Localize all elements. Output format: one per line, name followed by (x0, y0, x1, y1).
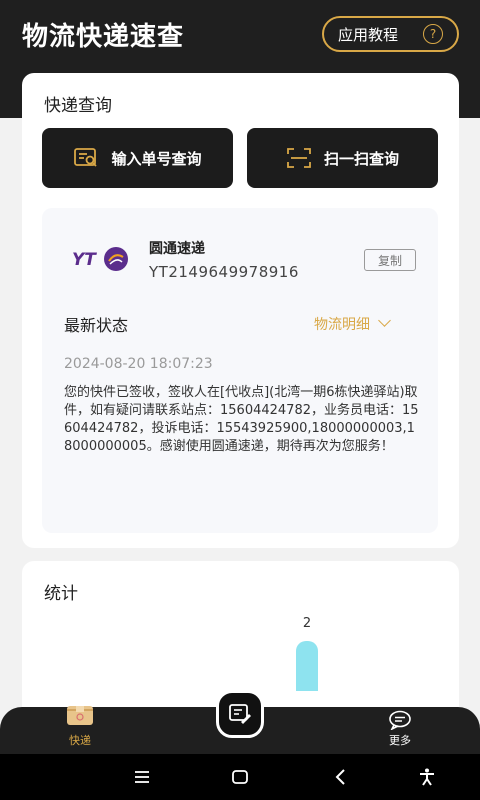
bar-value-label: 2 (302, 616, 312, 631)
home-icon[interactable] (230, 767, 250, 787)
chevron-down-icon (378, 314, 391, 327)
stats-bar (296, 641, 318, 691)
center-query-button[interactable] (216, 690, 264, 738)
system-navigation-bar (0, 754, 480, 800)
logistics-detail-label: 物流明细 (314, 317, 370, 333)
scan-query-button[interactable]: 扫一扫查询 (247, 128, 438, 188)
tab-express[interactable]: 快递 (60, 706, 100, 754)
carrier-name: 圆通速递 (149, 241, 205, 257)
copy-button[interactable]: 复制 (364, 249, 416, 271)
chat-bubble-icon (389, 710, 411, 730)
section-title: 快递查询 (44, 96, 112, 116)
status-message: 您的快件已签收，签收人在[代收点](北湾一期6栋快递驿站)取件，如有疑问请联系站… (64, 385, 419, 454)
tab-more-label: 更多 (389, 734, 411, 747)
help-icon: ? (423, 24, 443, 44)
logistics-detail-link[interactable]: 物流明细 (314, 314, 391, 334)
tab-express-label: 快递 (69, 734, 91, 747)
input-number-query-button[interactable]: 输入单号查询 (42, 128, 233, 188)
status-timestamp: 2024-08-20 18:07:23 (64, 356, 213, 372)
tracking-number: YT2149649978916 (149, 263, 299, 281)
svg-text:YT: YT (72, 250, 97, 270)
query-card: 快递查询 输入单号查询 扫一扫查询 YT 圆通速递 YT214964997891… (22, 73, 459, 548)
input-number-query-label: 输入单号查询 (111, 149, 202, 168)
tab-more[interactable]: 更多 (380, 707, 420, 754)
yto-logo: YT (72, 247, 128, 271)
accessibility-icon[interactable] (417, 767, 437, 787)
tracking-result: YT 圆通速递 YT2149649978916 复制 最新状态 物流明细 202… (42, 208, 438, 533)
scan-query-label: 扫一扫查询 (323, 149, 399, 168)
menu-icon[interactable] (132, 767, 152, 787)
tutorial-label: 应用教程 (338, 25, 399, 44)
edit-document-icon (229, 704, 251, 724)
stats-title: 统计 (44, 584, 78, 604)
tutorial-button[interactable]: 应用教程 ? (322, 16, 459, 52)
scan-icon (287, 148, 311, 168)
app-title: 物流快递速查 (22, 22, 185, 52)
search-document-icon (74, 148, 98, 167)
latest-status-label: 最新状态 (64, 316, 129, 335)
back-icon[interactable] (331, 767, 351, 787)
package-icon (67, 706, 93, 725)
